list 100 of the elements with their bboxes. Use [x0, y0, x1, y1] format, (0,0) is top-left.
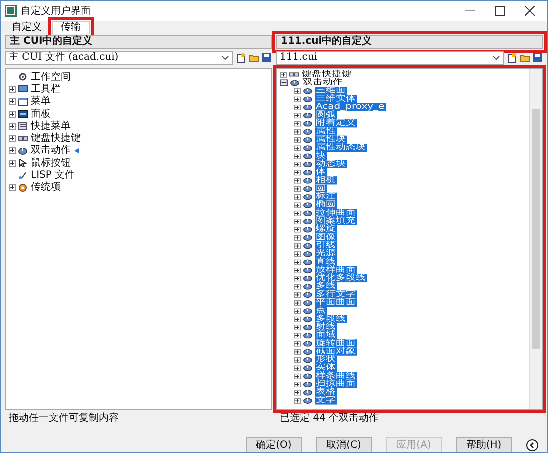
expand-icon[interactable] — [9, 160, 16, 167]
dialog-button[interactable]: 取消(C) — [316, 437, 372, 452]
tree-item[interactable]: 双击动作 — [30, 145, 72, 156]
expand-icon[interactable] — [280, 72, 287, 78]
folder-icon[interactable] — [520, 53, 530, 63]
expand-icon[interactable] — [294, 292, 301, 298]
tree-item[interactable]: 光源 — [315, 250, 337, 258]
expand-icon[interactable] — [294, 332, 301, 338]
tree-item[interactable]: 优化多段线 — [315, 274, 367, 283]
expand-icon[interactable] — [294, 267, 301, 274]
tree-item[interactable]: 放样曲面 — [315, 266, 357, 274]
expand-icon[interactable] — [294, 259, 301, 265]
expand-icon[interactable] — [294, 145, 301, 151]
folder-icon[interactable] — [249, 53, 259, 63]
tree-item[interactable]: 射线 — [315, 323, 337, 332]
file-dropdown[interactable]: 111.cui — [276, 51, 504, 65]
tree-item[interactable]: 文字 — [315, 396, 337, 405]
expand-icon[interactable] — [294, 365, 301, 371]
tree-item[interactable]: 点 — [315, 306, 327, 316]
collapse-button[interactable] — [526, 438, 539, 452]
expand-icon[interactable] — [294, 120, 301, 126]
tree-item[interactable]: 图像 — [315, 234, 337, 242]
tree-item[interactable]: 工作空间 — [30, 72, 72, 83]
expand-icon[interactable] — [294, 348, 301, 355]
tree-item[interactable]: 面域 — [315, 331, 337, 340]
expand-icon[interactable] — [294, 88, 301, 94]
save-icon[interactable] — [262, 53, 272, 63]
close-icon[interactable] — [525, 6, 535, 16]
expand-icon[interactable] — [294, 382, 301, 388]
tree-item[interactable]: 多段线 — [315, 315, 347, 324]
tree-item[interactable]: 块 — [315, 152, 327, 160]
expand-icon[interactable] — [9, 86, 16, 93]
tree-item[interactable]: 拉伸曲面 — [315, 209, 357, 218]
tree-item[interactable]: 形状 — [315, 356, 337, 364]
tree-item[interactable]: 鼠标按钮 — [30, 158, 72, 169]
tree-item[interactable]: 面板 — [30, 108, 52, 120]
minimize-icon[interactable] — [465, 10, 475, 12]
tree-item[interactable]: 相机 — [315, 176, 337, 185]
tree-item[interactable]: 圆 — [315, 184, 327, 193]
expand-icon[interactable] — [294, 170, 301, 176]
tree-item[interactable]: 样条曲线 — [315, 372, 357, 380]
tree-item[interactable]: 双击动作 — [302, 78, 344, 87]
tree-item[interactable]: 键盘快捷键 — [30, 133, 82, 144]
expand-icon[interactable] — [294, 398, 301, 404]
expand-icon[interactable] — [294, 251, 301, 257]
tree-item[interactable]: 旋转曲面 — [315, 340, 357, 348]
new-file-icon[interactable] — [236, 53, 246, 63]
expand-icon[interactable] — [294, 276, 301, 282]
tree-item[interactable]: 多行文字 — [315, 290, 357, 299]
expand-icon[interactable] — [294, 186, 301, 192]
expand-icon[interactable] — [9, 147, 16, 154]
tree-item[interactable]: 平面曲面 — [315, 298, 357, 307]
tree-item[interactable]: Acad_proxy_e — [315, 103, 386, 112]
expand-icon[interactable] — [294, 226, 301, 232]
expand-icon[interactable] — [294, 324, 301, 330]
expand-icon[interactable] — [9, 98, 16, 106]
expand-icon[interactable] — [9, 110, 16, 118]
expand-icon[interactable] — [294, 153, 301, 160]
tree-item[interactable]: 图案填充 — [315, 217, 357, 226]
tree-item[interactable]: 三维实体 — [315, 95, 357, 104]
expand-icon[interactable] — [9, 184, 16, 192]
maximize-icon[interactable] — [495, 6, 505, 16]
expand-icon[interactable] — [294, 373, 301, 380]
expand-icon[interactable] — [294, 316, 301, 322]
expand-icon[interactable] — [294, 284, 301, 290]
scrollbar[interactable] — [529, 69, 542, 409]
tree-item[interactable]: 扫掠曲面 — [315, 380, 357, 388]
tree-item[interactable]: 属性动态块 — [315, 144, 367, 152]
tree-item[interactable]: 属性块 — [315, 136, 347, 144]
expand-icon[interactable] — [294, 300, 301, 306]
tree-item[interactable]: 附着定义 — [315, 120, 357, 128]
tree-item[interactable]: 表格 — [315, 388, 337, 397]
expand-icon[interactable] — [294, 243, 301, 249]
save-icon[interactable] — [533, 53, 543, 63]
tree-item[interactable]: 工具栏 — [30, 84, 62, 95]
tree-item[interactable]: 属性 — [315, 128, 337, 136]
tree-item[interactable]: 椭圆 — [315, 201, 337, 210]
tree-item[interactable]: 标注 — [315, 192, 337, 202]
tree-item[interactable]: 传统项 — [30, 182, 62, 194]
expand-icon[interactable] — [294, 178, 301, 184]
tree-item[interactable]: 实体 — [315, 364, 337, 372]
tab[interactable]: 自定义 — [4, 22, 50, 34]
tree-item[interactable]: 动态块 — [315, 160, 347, 168]
expand-icon[interactable] — [294, 128, 301, 135]
tree-item[interactable]: 菜单 — [30, 96, 52, 108]
tree-item[interactable]: 快捷菜单 — [30, 120, 72, 132]
tree-item[interactable]: 截面对象 — [315, 348, 357, 356]
dialog-button[interactable]: 帮助(H) — [456, 437, 512, 452]
tree-item[interactable]: 直线 — [315, 258, 337, 266]
tree-item[interactable]: 螺旋 — [315, 225, 337, 234]
tree-item[interactable]: 多线 — [315, 282, 337, 291]
expand-icon[interactable] — [294, 162, 301, 168]
expand-icon[interactable] — [294, 112, 301, 118]
expand-icon[interactable] — [294, 202, 301, 208]
tree-item[interactable]: 引线 — [315, 242, 337, 250]
expand-icon[interactable] — [294, 210, 301, 216]
expand-icon[interactable] — [294, 340, 301, 346]
tree-item[interactable]: 三维面 — [315, 86, 347, 96]
dialog-button[interactable]: 确定(O) — [246, 437, 302, 452]
expand-icon[interactable] — [294, 137, 301, 143]
